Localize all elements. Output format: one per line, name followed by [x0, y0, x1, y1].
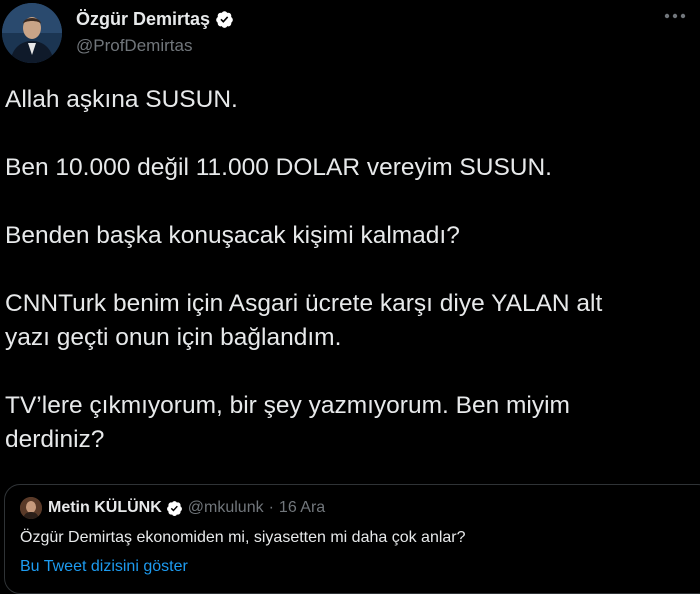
- tweet-text-gap: [5, 117, 700, 151]
- tweet-text-line: derdiniz?: [5, 426, 105, 453]
- tweet-text-gap: [5, 185, 700, 219]
- quoted-author-name[interactable]: Metin KÜLÜNK: [48, 499, 162, 517]
- quoted-tweet-date[interactable]: 16 Ara: [279, 499, 325, 517]
- tweet-text-line: yazı geçti onun için bağlandım.: [5, 324, 342, 351]
- tweet-text-line: Benden başka konuşacak kişimi kalmadı?: [5, 222, 460, 249]
- author-avatar[interactable]: [2, 3, 62, 63]
- more-options-icon[interactable]: [664, 12, 686, 20]
- verified-badge-icon: [216, 10, 233, 28]
- tweet-text-line: Ben 10.000 değil 11.000 DOLAR vereyim SU…: [5, 154, 552, 181]
- author-name-row: Özgür Demirtaş: [76, 8, 234, 30]
- tweet-header: Özgür Demirtaş @ProfDemirtas: [0, 0, 700, 70]
- tweet-text-line: TV’lere çıkmıyorum, bir şey yazmıyorum. …: [5, 392, 570, 419]
- tweet-text: Allah aşkına SUSUN. Ben 10.000 değil 11.…: [5, 83, 700, 457]
- author-handle[interactable]: @ProfDemirtas: [76, 35, 192, 57]
- separator-dot: ·: [268, 499, 274, 516]
- quoted-tweet-header: Metin KÜLÜNK @mkulunk · 16 Ara: [20, 497, 325, 519]
- tweet-text-line: CNNTurk benim için Asgari ücrete karşı d…: [5, 290, 603, 317]
- tweet-text-gap: [5, 253, 700, 287]
- verified-badge-icon: [166, 500, 182, 516]
- tweet-text-line: Allah aşkına SUSUN.: [5, 86, 238, 113]
- quoted-author-avatar[interactable]: [20, 497, 42, 519]
- author-name[interactable]: Özgür Demirtaş: [76, 8, 210, 30]
- author-avatar-image: [2, 3, 62, 63]
- quoted-author-handle[interactable]: @mkulunk: [188, 499, 264, 517]
- quoted-tweet-card[interactable]: Metin KÜLÜNK @mkulunk · 16 Ara Özgür Dem…: [4, 484, 700, 594]
- tweet-text-gap: [5, 355, 700, 389]
- quoted-author-avatar-image: [20, 497, 42, 519]
- show-thread-link[interactable]: Bu Tweet dizisini göster: [20, 557, 188, 577]
- quoted-tweet-text: Özgür Demirtaş ekonomiden mi, siyasetten…: [20, 529, 466, 546]
